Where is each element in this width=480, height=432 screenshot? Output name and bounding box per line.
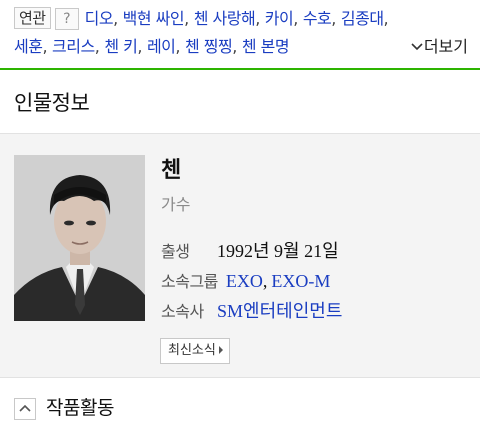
separator: , [383,9,389,28]
separator: , [184,9,189,28]
related-link-dio[interactable]: 디오 [85,9,114,28]
related-line-1: 연관? 디오, 백현 싸인, 첸 사랑해, 카이, 수호, 김종대, [14,7,393,31]
related-link-chen-height[interactable]: 첸 키 [104,37,138,56]
related-link-sehun[interactable]: 세훈 [14,37,43,56]
separator: , [94,37,100,56]
info-row-group: 소속그룹 EXO, EXO-M [161,269,330,294]
chevron-down-icon [410,35,424,59]
separator: , [113,9,118,28]
section-title-works: 작품활동 [46,397,114,419]
related-link-kris[interactable]: 크리스 [52,37,95,56]
group-link-exo[interactable]: EXO [226,271,263,291]
separator: , [255,9,260,28]
related-line-2: 세훈, 크리스, 첸 키, 레이, 첸 찡찡, 첸 본명 [14,35,290,59]
related-link-kai[interactable]: 카이 [265,9,294,28]
more-label: 더보기 [423,37,468,56]
separator: , [175,37,180,56]
separator: , [42,37,48,56]
related-link-baekhyun-sign[interactable]: 백현 싸인 [123,9,185,28]
separator: , [331,9,336,28]
info-row-birth: 출생 1992년 9월 21일 [161,239,339,264]
collapse-toggle-button[interactable] [14,398,36,420]
related-link-kim-jongdae[interactable]: 김종대 [341,9,384,28]
separator: , [293,9,298,28]
help-button[interactable]: ? [54,8,79,30]
related-link-lay[interactable]: 레이 [147,37,176,56]
separator: , [137,37,142,56]
profile-photo[interactable] [14,155,145,321]
chevron-up-icon [19,404,31,412]
section-title-profile: 인물정보 [14,91,90,115]
birth-label: 출생 [161,242,190,261]
group-link-exo-m[interactable]: EXO-M [271,271,330,291]
accent-divider [0,68,480,70]
latest-news-button[interactable]: 최신소식 [160,338,230,364]
group-label: 소속그룹 [161,272,218,291]
related-link-chen-love[interactable]: 첸 사랑해 [194,9,256,28]
more-button[interactable]: 더보기 [410,35,468,59]
related-searches: 연관? 디오, 백현 싸인, 첸 사랑해, 카이, 수호, 김종대, 세훈, 크리스, 첸 키,… [0,0,480,68]
person-name: 첸 [161,158,182,183]
separator: , [232,37,237,56]
profile-card: 첸 가수 출생 1992년 9월 21일 소속그룹 EXO, EXO-M 소속사 SM엔… [0,133,480,378]
agency-link[interactable]: SM엔터테인먼트 [217,301,342,321]
related-link-chen-real-name[interactable]: 첸 본명 [242,37,290,56]
info-row-agency: 소속사 SM엔터테인먼트 [161,299,342,324]
birth-value: 1992년 9월 21일 [217,241,339,261]
agency-label: 소속사 [161,302,204,321]
related-tag-label: 연관 [14,7,51,29]
arrow-right-icon [218,346,223,354]
separator: , [262,271,268,291]
latest-news-label: 최신소식 [168,343,216,358]
person-occupation: 가수 [161,195,191,214]
works-section: 작품활동 [0,384,480,432]
related-link-chen-whine[interactable]: 첸 찡찡 [185,37,233,56]
related-link-suho[interactable]: 수호 [303,9,332,28]
